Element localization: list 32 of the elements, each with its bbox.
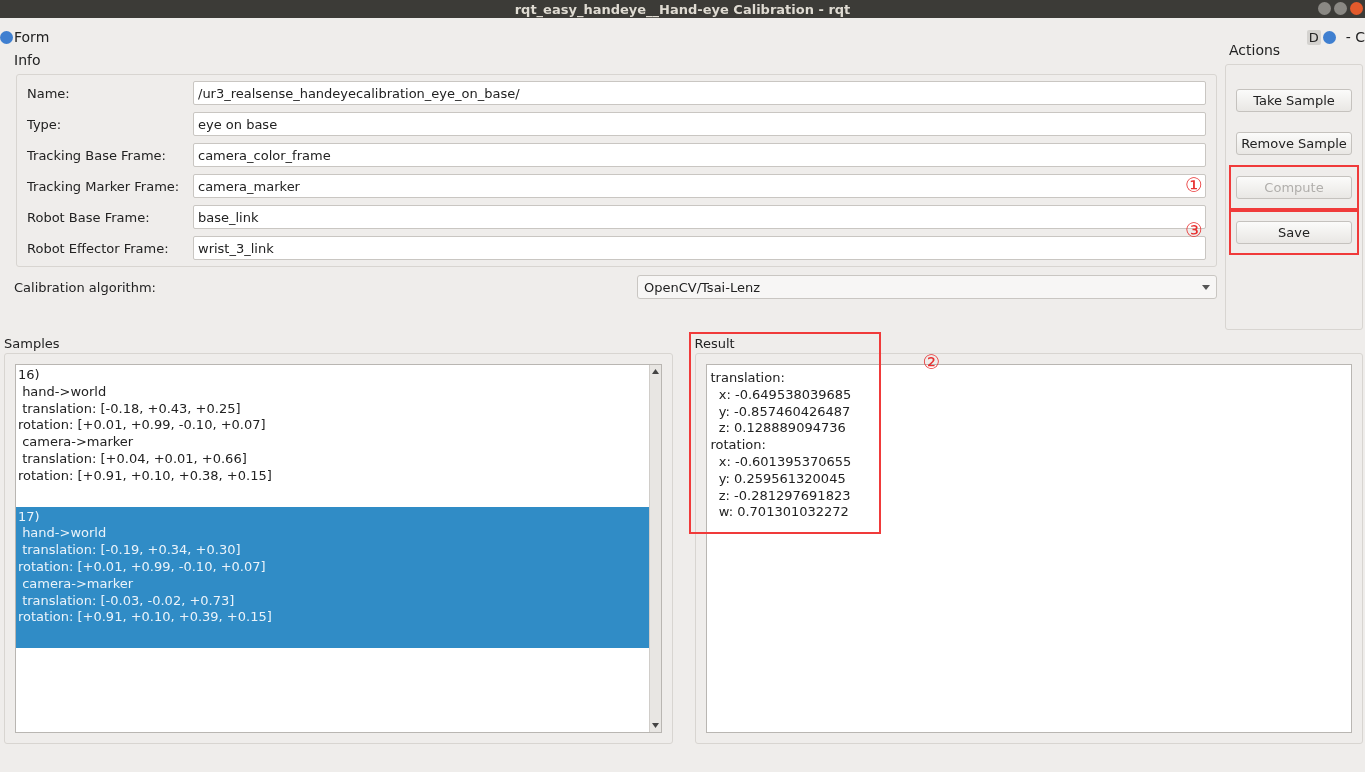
- action-button[interactable]: Save: [1236, 221, 1352, 244]
- dock-controls[interactable]: - C: [1345, 29, 1365, 45]
- maximize-button[interactable]: [1334, 2, 1347, 15]
- actions-group-title: Actions: [1228, 42, 1282, 58]
- action-button[interactable]: Take Sample: [1236, 89, 1352, 112]
- algorithm-dropdown[interactable]: OpenCV/Tsai-Lenz: [637, 275, 1217, 299]
- dock-d-button[interactable]: D: [1306, 29, 1321, 45]
- text-field[interactable]: /ur3_realsense_handeyecalibration_eye_on_base/: [193, 81, 1206, 105]
- window-title: rqt_easy_handeye__Hand-eye Calibration - rqt: [514, 1, 851, 17]
- caret-icon: [1202, 284, 1210, 290]
- field-label: Tracking Marker Frame:: [27, 178, 181, 194]
- field-label: Robot Effector Frame:: [27, 240, 170, 256]
- algorithm-label: Calibration algorithm:: [14, 279, 156, 295]
- field-label: Tracking Base Frame:: [27, 147, 167, 163]
- annotation-number: ①: [1185, 173, 1203, 197]
- scroll-up-icon[interactable]: [651, 369, 659, 374]
- field-label: Name:: [27, 85, 71, 101]
- text-field[interactable]: camera_color_frame: [193, 143, 1206, 167]
- text-field[interactable]: eye on base: [193, 112, 1206, 136]
- help-icon[interactable]: [0, 30, 13, 44]
- field-label: Robot Base Frame:: [27, 209, 151, 225]
- help-icon[interactable]: [1322, 30, 1336, 44]
- info-group-title: Info: [13, 52, 42, 68]
- field-label: Type:: [27, 116, 63, 132]
- action-button[interactable]: Remove Sample: [1236, 132, 1352, 155]
- result-title: Result: [694, 336, 736, 351]
- minimize-button[interactable]: [1318, 2, 1331, 15]
- form-title: Form: [14, 29, 50, 45]
- scroll-down-icon[interactable]: [651, 723, 659, 728]
- samples-title: Samples: [4, 336, 61, 351]
- close-button[interactable]: [1350, 2, 1363, 15]
- text-field[interactable]: wrist_3_link: [193, 236, 1206, 260]
